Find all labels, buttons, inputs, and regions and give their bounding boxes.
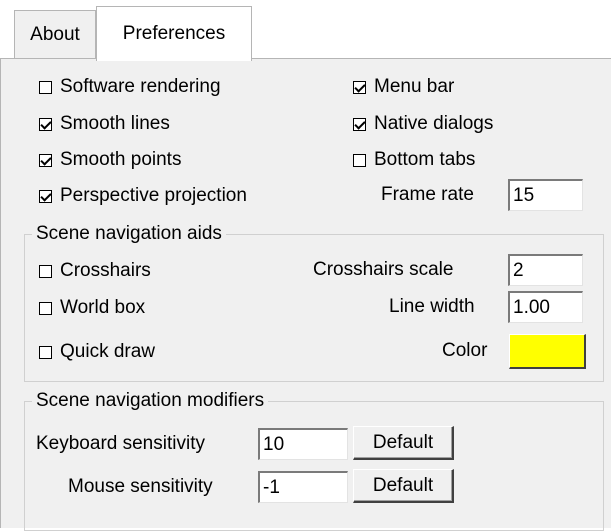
software-rendering-label: Software rendering (60, 76, 221, 97)
menu-bar-checkbox-box[interactable] (353, 80, 366, 94)
line-width-label: Line width (389, 296, 475, 317)
menu-bar-label: Menu bar (374, 76, 455, 97)
menu-bar-checkbox[interactable]: Menu bar (353, 73, 454, 101)
keyboard-sensitivity-value: 10 (263, 433, 285, 455)
keyboard-sensitivity-field[interactable]: 10 (258, 428, 348, 460)
frame-rate-label: Frame rate (381, 184, 474, 205)
quick-draw-label: Quick draw (60, 341, 156, 362)
perspective-projection-checkbox-box[interactable] (39, 189, 52, 203)
color-label: Color (442, 340, 488, 361)
bottom-tabs-label: Bottom tabs (374, 149, 476, 170)
software-rendering-checkbox-box[interactable] (39, 80, 52, 94)
mouse-default-label: Default (372, 474, 434, 496)
line-width-value: 1.00 (513, 296, 550, 318)
world-box-checkbox-box[interactable] (39, 301, 52, 315)
keyboard-default-button[interactable]: Default (353, 426, 454, 460)
keyboard-default-label: Default (372, 431, 434, 453)
smooth-points-label: Smooth points (60, 149, 182, 170)
perspective-projection-checkbox[interactable]: Perspective projection (39, 182, 247, 210)
crosshairs-checkbox-box[interactable] (39, 264, 52, 278)
smooth-lines-checkbox[interactable]: Smooth lines (39, 110, 170, 138)
native-dialogs-checkbox[interactable]: Native dialogs (353, 110, 493, 138)
tab-preferences[interactable]: Preferences (96, 6, 252, 61)
crosshairs-scale-value: 2 (513, 259, 524, 281)
mouse-default-button[interactable]: Default (353, 469, 454, 503)
navigation-modifiers-group (24, 401, 604, 531)
native-dialogs-label: Native dialogs (374, 113, 494, 134)
navigation-modifiers-title: Scene navigation modifiers (32, 390, 269, 412)
preferences-panel: Software rendering Smooth lines Smooth p… (0, 58, 611, 531)
world-box-label: World box (60, 297, 146, 318)
mouse-sensitivity-value: -1 (263, 476, 280, 498)
smooth-points-checkbox[interactable]: Smooth points (39, 146, 181, 174)
smooth-lines-checkbox-box[interactable] (39, 117, 52, 131)
frame-rate-value: 15 (513, 184, 535, 206)
tab-preferences-label: Preferences (122, 23, 226, 44)
tab-about[interactable]: About (14, 10, 96, 58)
mouse-sensitivity-field[interactable]: -1 (258, 471, 348, 503)
world-box-checkbox[interactable]: World box (39, 294, 145, 322)
bottom-tabs-checkbox-box[interactable] (353, 153, 366, 167)
keyboard-sensitivity-label: Keyboard sensitivity (36, 433, 205, 454)
perspective-projection-label: Perspective projection (60, 185, 247, 206)
software-rendering-checkbox[interactable]: Software rendering (39, 73, 221, 101)
frame-rate-field[interactable]: 15 (508, 179, 583, 211)
color-swatch-button[interactable] (509, 334, 586, 369)
smooth-lines-label: Smooth lines (60, 113, 170, 134)
crosshairs-scale-label: Crosshairs scale (313, 259, 454, 280)
tab-bar: About Preferences (0, 0, 611, 61)
tab-about-label: About (30, 23, 80, 45)
line-width-field[interactable]: 1.00 (508, 291, 583, 323)
navigation-aids-title: Scene navigation aids (32, 223, 226, 245)
smooth-points-checkbox-box[interactable] (39, 153, 52, 167)
crosshairs-scale-field[interactable]: 2 (508, 254, 583, 286)
native-dialogs-checkbox-box[interactable] (353, 117, 366, 131)
quick-draw-checkbox[interactable]: Quick draw (39, 338, 155, 366)
bottom-tabs-checkbox[interactable]: Bottom tabs (353, 146, 475, 174)
crosshairs-checkbox[interactable]: Crosshairs (39, 257, 151, 285)
crosshairs-label: Crosshairs (60, 260, 151, 281)
mouse-sensitivity-label: Mouse sensitivity (68, 476, 213, 497)
quick-draw-checkbox-box[interactable] (39, 345, 52, 359)
